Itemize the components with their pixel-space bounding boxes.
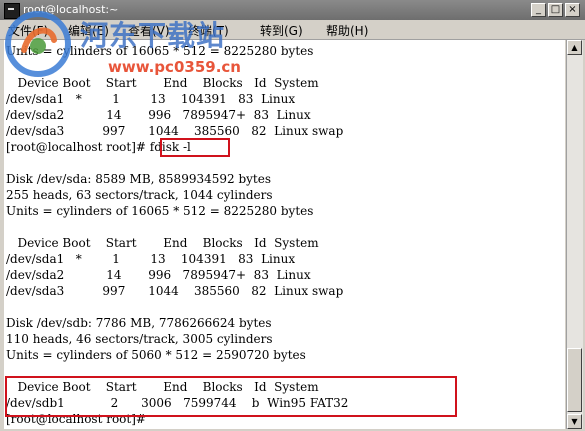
menu-goto[interactable]: 转到(G) [260,22,303,39]
vertical-scrollbar[interactable]: ▲ ▼ [566,40,583,429]
terminal-line: /dev/sda3 997 1044 385560 82 Linux swap [6,284,344,298]
terminal-line: /dev/sda2 14 996 7895947+ 83 Linux [6,268,311,282]
scrollbar-thumb[interactable] [567,348,582,412]
scroll-up-arrow-icon[interactable]: ▲ [567,40,582,55]
watermark-url-text: www.pc0359.cn [108,58,241,76]
terminal-line: Device Boot Start End Blocks Id System [6,236,319,250]
terminal-window: root@localhost:~ _ □ × 文件(F) 编辑(E) 查看(V)… [0,0,585,431]
terminal-line: 110 heads, 46 sectors/track, 3005 cylind… [6,332,273,346]
watermark-logo-icon [5,11,71,77]
terminal-line: Disk /dev/sda: 8589 MB, 8589934592 bytes [6,172,271,186]
scroll-down-arrow-icon[interactable]: ▼ [567,414,582,429]
watermark-brand-text: 河东下载站 [80,19,226,52]
terminal-line: Units = cylinders of 16065 * 512 = 82252… [6,204,314,218]
terminal-line: /dev/sda1 * 1 13 104391 83 Linux [6,92,296,106]
menu-help[interactable]: 帮助(H) [326,22,368,39]
minimize-button[interactable]: _ [531,3,546,17]
terminal-line: Units = cylinders of 5060 * 512 = 259072… [6,348,306,362]
terminal-line: /dev/sda1 * 1 13 104391 83 Linux [6,252,296,266]
terminal-output[interactable]: Units = cylinders of 16065 * 512 = 82252… [4,40,565,429]
terminal-line: Disk /dev/sdb: 7786 MB, 7786266624 bytes [6,316,272,330]
terminal-line: 255 heads, 63 sectors/track, 1044 cylind… [6,188,273,202]
maximize-button[interactable]: □ [548,3,563,17]
command-highlight-box [160,138,230,157]
terminal-line: /dev/sda3 997 1044 385560 82 Linux swap [6,124,344,138]
sdb-partition-highlight-box [5,376,457,417]
terminal-line: /dev/sda2 14 996 7895947+ 83 Linux [6,108,311,122]
close-button[interactable]: × [565,3,580,17]
